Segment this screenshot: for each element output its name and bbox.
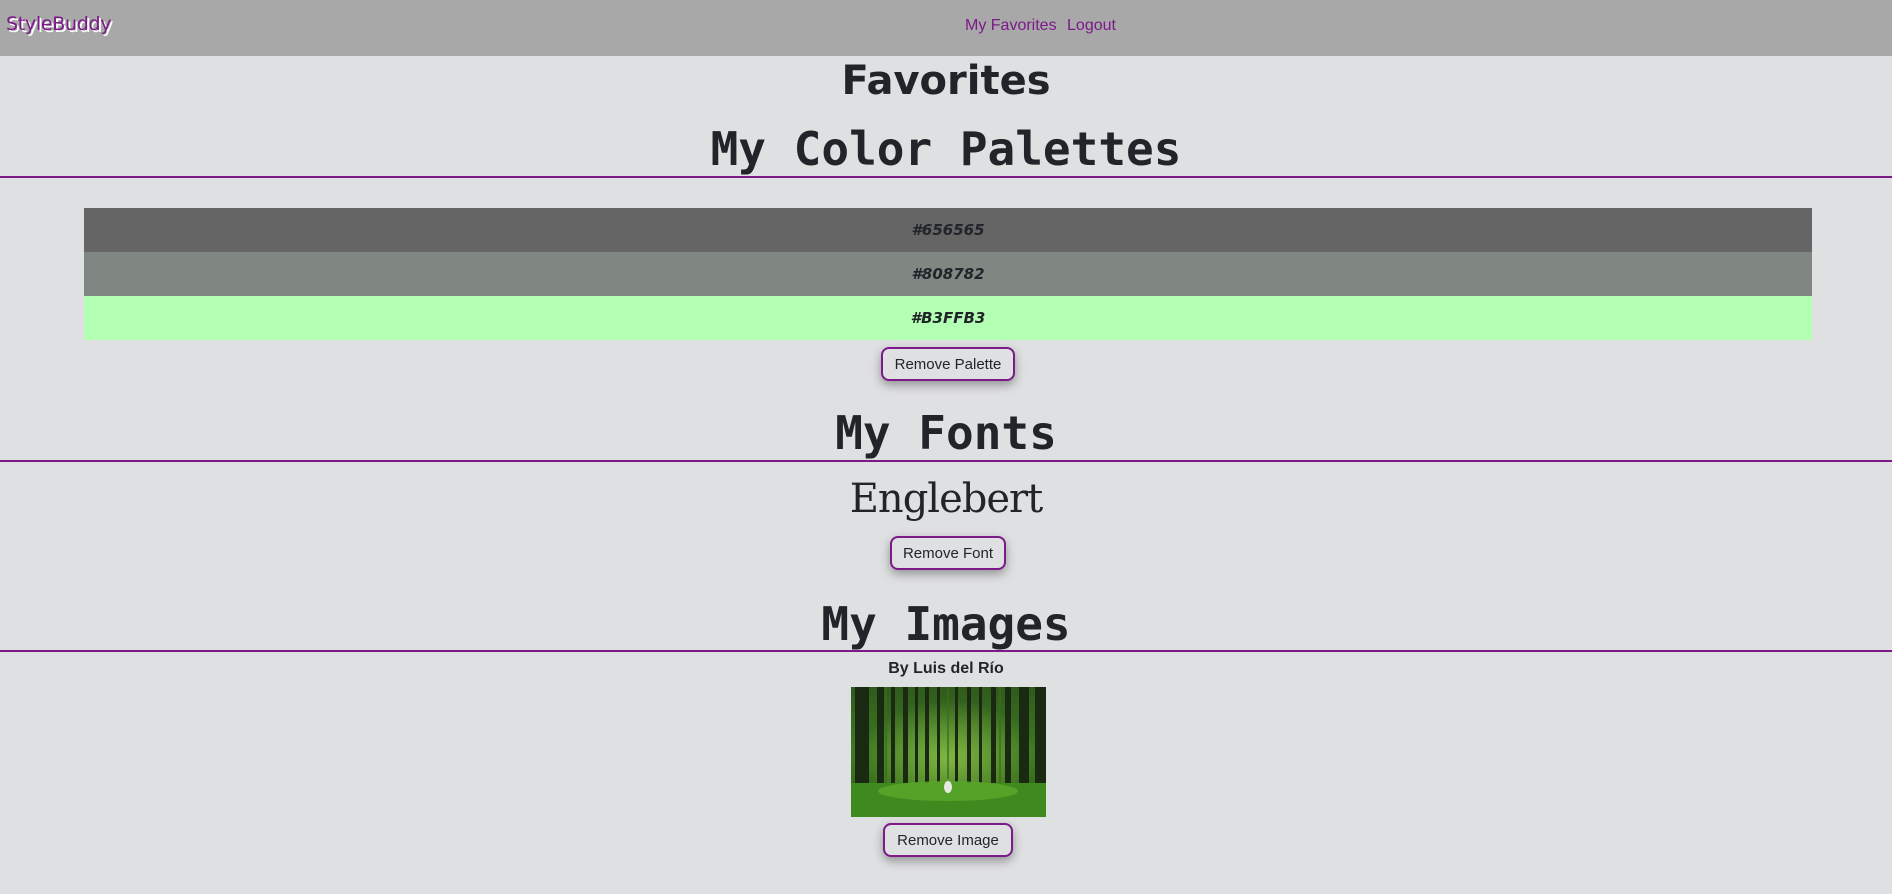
color-swatch: #B3FFB3 — [84, 296, 1812, 340]
nav-link-logout[interactable]: Logout — [1067, 17, 1116, 34]
color-swatch: #656565 — [84, 208, 1812, 252]
navbar: StyleBuddy My Favorites Logout — [0, 0, 1892, 56]
section-divider — [0, 650, 1892, 652]
remove-font-button[interactable]: Remove Font — [890, 536, 1006, 570]
brand-logo[interactable]: StyleBuddy — [6, 13, 111, 35]
forest-photo-illustration — [851, 687, 1046, 817]
image-credit: By Luis del Río — [888, 660, 1004, 677]
remove-image-button[interactable]: Remove Image — [883, 823, 1013, 857]
color-swatch: #808782 — [84, 252, 1812, 296]
page-title: Favorites — [841, 58, 1051, 104]
section-divider — [0, 176, 1892, 178]
section-divider — [0, 460, 1892, 462]
font-sample: Englebert — [849, 476, 1044, 522]
nav-link-my-favorites[interactable]: My Favorites — [965, 17, 1057, 34]
forest-image — [851, 687, 1046, 817]
section-title-palettes: My Color Palettes — [710, 122, 1182, 176]
remove-palette-button[interactable]: Remove Palette — [881, 347, 1015, 381]
nav-links: My Favorites Logout — [965, 17, 1122, 35]
section-title-fonts: My Fonts — [835, 406, 1057, 460]
section-title-images: My Images — [821, 597, 1071, 651]
